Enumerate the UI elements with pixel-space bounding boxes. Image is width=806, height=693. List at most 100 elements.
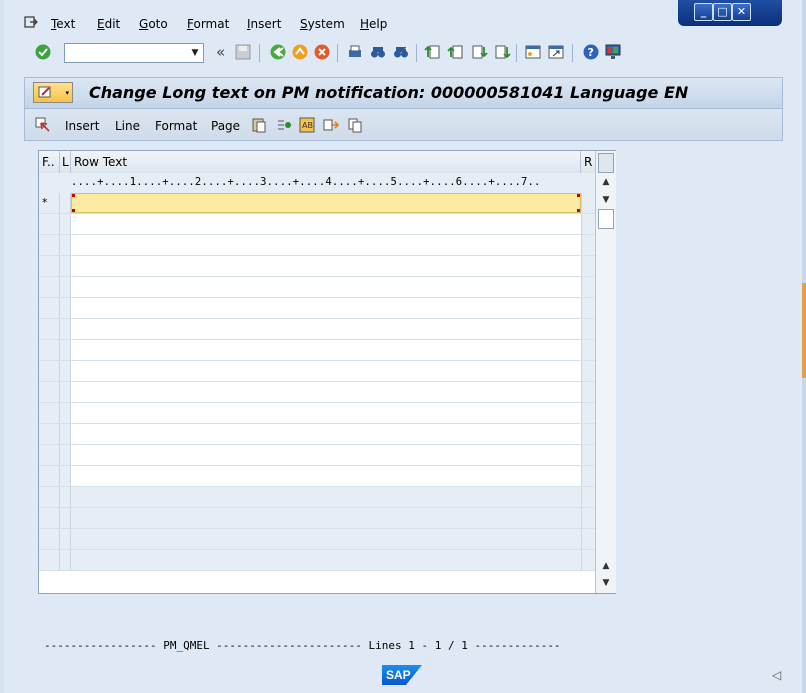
format-cell[interactable]	[39, 466, 60, 486]
select-icon[interactable]	[35, 117, 51, 133]
table-row[interactable]	[39, 424, 596, 445]
previous-page-icon[interactable]	[447, 43, 465, 61]
insert-menu-button[interactable]: Insert	[65, 119, 99, 133]
page-menu-button[interactable]: Page	[211, 119, 240, 133]
table-row[interactable]	[39, 298, 596, 319]
empty-row	[39, 487, 596, 508]
table-row[interactable]: *	[39, 193, 596, 214]
format-cell[interactable]	[39, 277, 60, 297]
paste-icon[interactable]	[251, 117, 267, 133]
save-icon[interactable]	[234, 43, 252, 61]
format-cell[interactable]	[39, 235, 60, 255]
scroll-thumb[interactable]	[598, 209, 614, 229]
last-page-icon[interactable]	[493, 43, 511, 61]
row-text-input[interactable]	[71, 193, 581, 213]
row-text-cell[interactable]	[71, 340, 581, 360]
customize-layout-icon[interactable]	[604, 43, 622, 61]
menu-help[interactable]: Help	[360, 17, 387, 31]
title-menu-button[interactable]: ▾	[33, 82, 73, 103]
row-text-cell[interactable]	[71, 235, 581, 255]
generate-shortcut-icon[interactable]	[547, 43, 565, 61]
format-cell[interactable]	[39, 382, 60, 402]
format-cell[interactable]	[39, 298, 60, 318]
cancel-icon[interactable]	[313, 43, 331, 61]
table-row[interactable]	[39, 235, 596, 256]
format-cell[interactable]: *	[39, 193, 60, 213]
move-icon[interactable]	[323, 117, 339, 133]
row-text-cell[interactable]	[71, 466, 581, 486]
column-header-row-text[interactable]: Row Text	[74, 155, 127, 169]
vertical-scrollbar[interactable]: ▲ ▼ ▲ ▼	[595, 151, 616, 593]
row-text-cell[interactable]	[71, 214, 581, 234]
row-text-cell[interactable]	[71, 424, 581, 444]
insert-line-icon[interactable]	[276, 117, 292, 133]
next-page-icon[interactable]	[470, 43, 488, 61]
menu-text[interactable]: Text	[51, 17, 75, 31]
scroll-down-icon[interactable]: ▼	[599, 193, 613, 207]
menu-insert[interactable]: Insert	[247, 17, 281, 31]
back-icon[interactable]	[269, 43, 287, 61]
find-icon[interactable]	[369, 43, 387, 61]
enter-icon[interactable]	[34, 43, 52, 61]
table-row[interactable]	[39, 340, 596, 361]
r-cell	[581, 277, 596, 297]
table-row[interactable]	[39, 277, 596, 298]
copy-icon[interactable]	[347, 117, 363, 133]
maximize-button[interactable]: □	[713, 3, 732, 21]
table-row[interactable]	[39, 214, 596, 235]
row-text-cell[interactable]	[71, 256, 581, 276]
format-cell[interactable]	[39, 256, 60, 276]
scroll-up-bottom-icon[interactable]: ▲	[599, 559, 613, 573]
chevron-down-icon[interactable]: ▼	[189, 46, 201, 60]
menu-edit[interactable]: Edit	[97, 17, 120, 31]
menu-system[interactable]: System	[300, 17, 345, 31]
column-header-r[interactable]: R	[584, 155, 592, 169]
create-session-icon[interactable]	[524, 43, 542, 61]
menu-format[interactable]: Format	[187, 17, 229, 31]
table-row[interactable]	[39, 319, 596, 340]
format-cell[interactable]	[39, 340, 60, 360]
column-header-line[interactable]: L	[62, 155, 69, 169]
format-cell[interactable]	[39, 445, 60, 465]
r-cell	[581, 382, 596, 402]
table-row[interactable]	[39, 361, 596, 382]
scroll-up-icon[interactable]: ▲	[599, 175, 613, 189]
format-cell[interactable]	[39, 403, 60, 423]
exit-icon[interactable]	[291, 43, 309, 61]
find-next-icon[interactable]: +	[392, 43, 410, 61]
row-text-cell[interactable]	[71, 277, 581, 297]
print-icon[interactable]	[346, 43, 364, 61]
row-text-cell[interactable]	[71, 403, 581, 423]
format-line-icon[interactable]: AB	[299, 117, 315, 133]
minimize-button[interactable]: _	[694, 3, 713, 21]
table-row[interactable]	[39, 445, 596, 466]
back-chevron[interactable]: «	[216, 43, 225, 61]
row-text-cell[interactable]	[71, 361, 581, 381]
format-cell[interactable]	[39, 424, 60, 444]
line-menu-button[interactable]: Line	[115, 119, 140, 133]
table-row[interactable]	[39, 403, 596, 424]
table-row[interactable]	[39, 466, 596, 487]
format-cell[interactable]	[39, 361, 60, 381]
svg-text:AB: AB	[302, 121, 313, 130]
row-text-cell[interactable]	[71, 382, 581, 402]
menu-goto[interactable]: Goto	[139, 17, 168, 31]
table-row[interactable]	[39, 256, 596, 277]
row-text-cell[interactable]	[71, 319, 581, 339]
format-cell[interactable]	[39, 319, 60, 339]
command-field[interactable]: ▼	[64, 43, 204, 63]
status-bar-toggle-icon[interactable]: ◁	[772, 668, 781, 682]
scroll-down-bottom-icon[interactable]: ▼	[599, 576, 613, 590]
table-row[interactable]	[39, 382, 596, 403]
format-cell[interactable]	[39, 214, 60, 234]
column-header-format[interactable]: F..	[42, 155, 55, 169]
format-menu-button[interactable]: Format	[155, 119, 197, 133]
help-icon[interactable]: ?	[582, 43, 600, 61]
row-text-cell[interactable]	[71, 298, 581, 318]
column-settings-button[interactable]	[598, 153, 614, 173]
menu-exit-icon[interactable]	[24, 16, 38, 28]
close-button[interactable]: ✕	[732, 3, 751, 21]
first-page-icon[interactable]	[424, 43, 442, 61]
row-text-cell[interactable]	[71, 445, 581, 465]
empty-row	[39, 529, 596, 550]
